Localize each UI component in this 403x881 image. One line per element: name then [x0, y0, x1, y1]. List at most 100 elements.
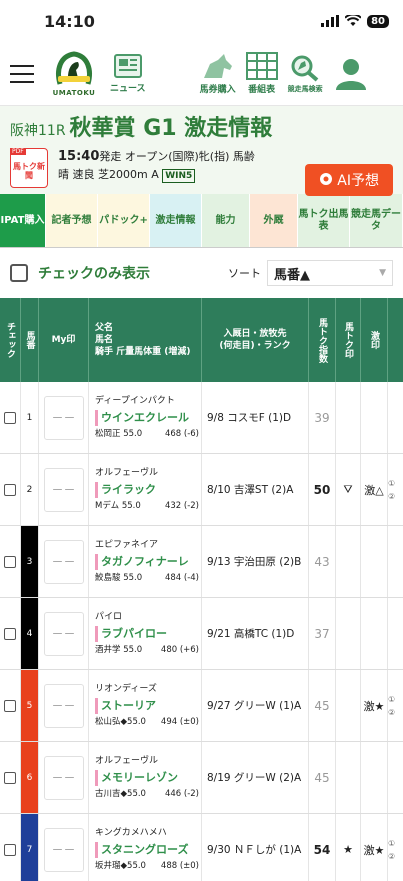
- ai-bubble-icon: [320, 173, 333, 185]
- horse-number: 2: [21, 454, 39, 525]
- more-value: [388, 742, 403, 813]
- tab-6[interactable]: 馬トク出馬表: [298, 194, 350, 247]
- body-weight: 446 (-2): [164, 788, 199, 799]
- win5-badge[interactable]: WIN5: [162, 169, 196, 183]
- index-value: 45: [309, 670, 336, 741]
- index-value: 43: [309, 526, 336, 597]
- more-value: ① ②: [388, 838, 396, 861]
- row-checkbox[interactable]: [4, 771, 16, 784]
- newspaper-icon: [113, 54, 142, 78]
- horseshoe-logo-icon: [56, 51, 92, 85]
- more-value: ① ②: [388, 694, 396, 717]
- sire-name: オルフェーヴル: [95, 755, 159, 766]
- status-bar: 14:10 80: [0, 0, 403, 42]
- ticket-button[interactable]: 馬券購入: [200, 52, 236, 95]
- row-checkbox[interactable]: [4, 555, 16, 568]
- horse-cell: パイロ ラブパイロー 酒井学 55.0 480 (+6): [89, 598, 202, 669]
- my-mark-cell: －－: [39, 454, 89, 525]
- horse-name-link[interactable]: タガノフィナーレ: [95, 553, 189, 570]
- tab-0[interactable]: IPAT購入: [0, 194, 46, 247]
- jockey-weight: 鮫島駿 55.0: [95, 572, 143, 583]
- logo-text: UMATOKU: [52, 89, 96, 97]
- ai-prediction-button[interactable]: AI予想: [305, 164, 393, 196]
- row-checkbox[interactable]: [4, 483, 16, 496]
- table-grid-icon: [245, 52, 278, 80]
- my-mark-button[interactable]: －－: [43, 395, 84, 440]
- col-race-info: 入厩日・放牧先 (何走目)・ランク: [202, 298, 309, 382]
- my-mark-button[interactable]: －－: [43, 755, 84, 800]
- tab-3[interactable]: 激走情報: [150, 194, 202, 247]
- tab-5[interactable]: 外厩: [250, 194, 298, 247]
- sort-select[interactable]: 馬番▲ ▼: [267, 260, 393, 286]
- geki-value: 激△: [361, 454, 388, 525]
- tab-2[interactable]: パドック+: [98, 194, 150, 247]
- horse-name-link[interactable]: スタニングローズ: [95, 841, 188, 858]
- horse-ticket-icon: [203, 54, 232, 78]
- pdf-text: 馬トク新聞: [13, 162, 45, 180]
- check-only-checkbox[interactable]: [10, 264, 28, 282]
- race-card-button[interactable]: 番組表: [245, 52, 278, 95]
- menu-icon[interactable]: [10, 64, 34, 83]
- sire-name: パイロ: [95, 611, 123, 622]
- tab-bar: IPAT購入 記者予想 パドック+ 激走情報 能力 外厩 馬トク出馬表 競走馬データ: [0, 194, 403, 248]
- sire-name: キングカメハメハ: [95, 827, 167, 838]
- race-info-cell: 9/8 コスモF (1)D: [202, 382, 309, 453]
- chevron-down-icon: ▼: [379, 268, 386, 278]
- status-icons: 80: [321, 14, 389, 28]
- mark-value: [336, 526, 361, 597]
- tab-1[interactable]: 記者予想: [46, 194, 98, 247]
- sort-label: ソート: [228, 267, 261, 280]
- horse-search-button[interactable]: 競走馬検索: [288, 54, 323, 94]
- horse-cell: オルフェーヴル ライラック Mデム 55.0 432 (-2): [89, 454, 202, 525]
- jockey-weight: 古川吉◆55.0: [95, 788, 146, 799]
- row-checkbox[interactable]: [4, 843, 16, 856]
- horse-number: 3: [21, 526, 39, 597]
- jockey-line: 松山弘◆55.0 494 (±0): [95, 716, 199, 729]
- umatoku-logo[interactable]: UMATOKU: [50, 50, 98, 97]
- horse-name-link[interactable]: メモリーレゾン: [95, 769, 178, 786]
- geki-value: [361, 382, 388, 453]
- col-my-mark: My印: [39, 298, 89, 382]
- row-check-cell: [0, 382, 21, 453]
- row-check-cell: [0, 814, 21, 881]
- news-button[interactable]: ニュース: [110, 53, 146, 94]
- col-horse: 父名 馬名 騎手 斤量馬体重 (増減): [89, 298, 202, 382]
- table-header: チェック 馬番 My印 父名 馬名 騎手 斤量馬体重 (増減) 入厩日・放牧先 …: [0, 298, 403, 382]
- tab-7[interactable]: 競走馬データ: [350, 194, 403, 247]
- pdf-newspaper-icon[interactable]: PDF 馬トク新聞: [10, 148, 48, 188]
- jockey-line: 松岡正 55.0 468 (-6): [95, 428, 199, 441]
- race-card-label: 番組表: [248, 85, 276, 95]
- my-mark-button[interactable]: －－: [43, 827, 84, 872]
- row-checkbox[interactable]: [4, 411, 16, 424]
- user-icon: [335, 58, 366, 90]
- jockey-weight: 松岡正 55.0: [95, 428, 143, 439]
- my-mark-button[interactable]: －－: [43, 611, 84, 656]
- jockey-weight: Mデム 55.0: [95, 500, 141, 511]
- horse-cell: リオンディーズ ストーリア 松山弘◆55.0 494 (±0): [89, 670, 202, 741]
- body-weight: 480 (+6): [160, 644, 199, 655]
- horse-name-link[interactable]: ウインエクレール: [95, 409, 189, 426]
- row-checkbox[interactable]: [4, 627, 16, 640]
- my-mark-cell: －－: [39, 670, 89, 741]
- race-title: 阪神11R 秋華賞 G1 激走情報: [10, 110, 393, 142]
- mark-value: ⛛: [336, 454, 361, 525]
- sire-name: ディープインパクト: [95, 395, 175, 406]
- col-index[interactable]: 馬トク指数: [309, 298, 336, 382]
- ai-button-label: AI予想: [337, 173, 379, 189]
- tab-4[interactable]: 能力: [202, 194, 250, 247]
- account-button[interactable]: [333, 56, 369, 92]
- signal-icon: [321, 15, 340, 27]
- body-weight: 494 (±0): [160, 716, 199, 727]
- row-checkbox[interactable]: [4, 699, 16, 712]
- col-num[interactable]: 馬番: [21, 298, 39, 382]
- more-value: [388, 598, 403, 669]
- geki-value: 激★: [361, 670, 388, 741]
- my-mark-button[interactable]: －－: [43, 683, 84, 728]
- horse-name-link[interactable]: ラブパイロー: [95, 625, 167, 642]
- check-only-label[interactable]: チェックのみ表示: [38, 263, 150, 283]
- horse-name-link[interactable]: ストーリア: [95, 697, 156, 714]
- my-mark-button[interactable]: －－: [43, 467, 84, 512]
- horse-number: 1: [21, 382, 39, 453]
- horse-name-link[interactable]: ライラック: [95, 481, 156, 498]
- my-mark-button[interactable]: －－: [43, 539, 84, 584]
